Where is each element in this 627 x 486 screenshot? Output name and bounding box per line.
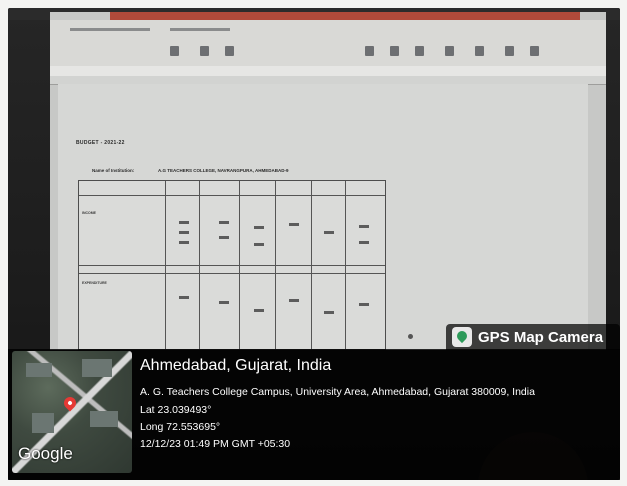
gps-badge-label: GPS Map Camera — [478, 328, 604, 346]
table-cell — [359, 303, 369, 306]
table-rule — [79, 273, 385, 274]
map-building — [90, 411, 118, 427]
table-cell — [179, 296, 189, 299]
location-pin-icon — [61, 394, 79, 412]
location-longitude: Long 72.553695° — [140, 421, 221, 433]
google-logo: Google — [18, 444, 73, 463]
table-col-line — [165, 181, 166, 349]
table-cell — [219, 301, 229, 304]
table-cell — [324, 311, 334, 314]
ribbon-icon — [445, 46, 454, 56]
gps-camera-badge: GPS Map Camera — [446, 324, 620, 350]
location-address: A. G. Teachers College Campus, Universit… — [140, 386, 535, 398]
table-cell — [219, 236, 229, 239]
table-cell — [254, 226, 264, 229]
table-cell — [219, 221, 229, 224]
map-building — [32, 413, 54, 433]
gps-info-panel: Google Ahmedabad, Gujarat, India A. G. T… — [8, 349, 620, 480]
table-cell — [324, 231, 334, 234]
ribbon-icon — [475, 46, 484, 56]
capture-datetime: 12/12/23 01:49 PM GMT +05:30 — [140, 438, 291, 450]
ribbon-icon — [505, 46, 514, 56]
map-building — [82, 359, 112, 377]
worksheet: BUDGET - 2021-22 Name of Institution: A.… — [58, 84, 588, 350]
table-cell — [254, 243, 264, 246]
table-cell — [179, 241, 189, 244]
table-cell — [179, 221, 189, 224]
table-cell — [359, 225, 369, 228]
ribbon-menu-line — [70, 28, 150, 31]
table-rule — [79, 195, 385, 196]
spreadsheet-ribbon — [50, 20, 606, 67]
table-col-line — [275, 181, 276, 349]
ribbon-icon — [390, 46, 399, 56]
table-cell — [179, 231, 189, 234]
ribbon-icon — [170, 46, 179, 56]
monitor-screen: BUDGET - 2021-22 Name of Institution: A.… — [50, 12, 606, 350]
ribbon-icon — [530, 46, 539, 56]
ribbon-menu-line — [170, 28, 230, 31]
table-rule — [79, 265, 385, 266]
table-cell — [289, 223, 299, 226]
table-col-line — [239, 181, 240, 349]
table-cell — [289, 299, 299, 302]
ribbon-icon — [225, 46, 234, 56]
section-income: INCOME — [82, 211, 96, 215]
window-title-strip — [110, 12, 580, 20]
ribbon-icon — [200, 46, 209, 56]
table-cell — [359, 241, 369, 244]
table-col-line — [311, 181, 312, 349]
mouse-cursor — [408, 334, 413, 339]
location-city: Ahmedabad, Gujarat, India — [140, 357, 332, 374]
ribbon-icon — [365, 46, 374, 56]
table-col-line — [199, 181, 200, 349]
gps-map-pin-icon — [452, 327, 472, 347]
budget-table: INCOME EXPENDITURE — [78, 180, 386, 350]
section-expenditure: EXPENDITURE — [82, 281, 107, 285]
location-latitude: Lat 23.039493° — [140, 404, 212, 416]
map-thumbnail: Google — [12, 351, 132, 473]
institution-label: Name of Institution: — [92, 168, 135, 173]
table-cell — [254, 309, 264, 312]
institution-name: A.G TEACHERS COLLEGE, NAVRANGPURA, AHMED… — [158, 168, 289, 173]
map-building — [26, 363, 52, 377]
ribbon-icon — [415, 46, 424, 56]
budget-title: BUDGET - 2021-22 — [76, 140, 125, 146]
table-col-line — [345, 181, 346, 349]
